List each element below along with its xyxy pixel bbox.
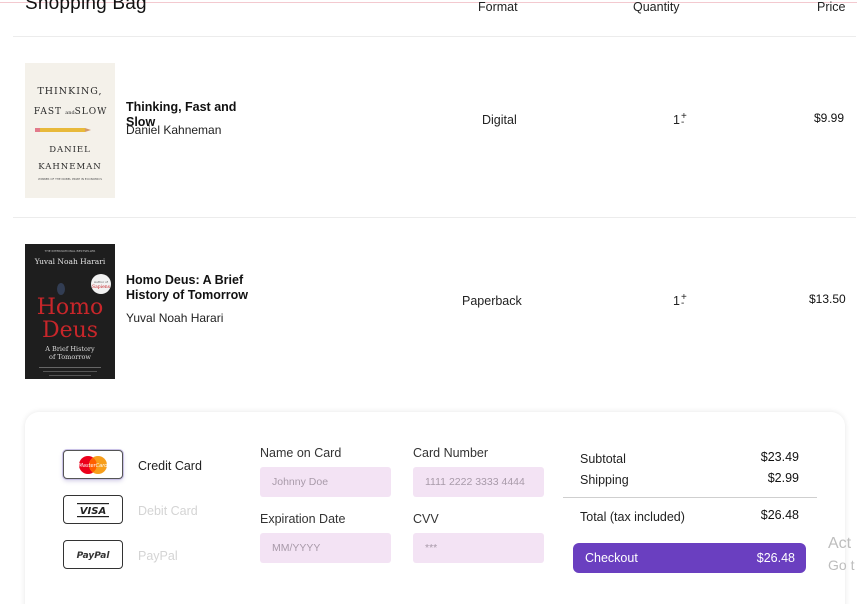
book-format: Digital xyxy=(482,113,517,127)
mastercard-logo-text: MasterCard xyxy=(79,463,109,469)
book-cover-homo-deus[interactable]: THE INTERNATIONAL BESTSELLER Yuval Noah … xyxy=(25,244,115,379)
item-price: $9.99 xyxy=(814,111,845,125)
total-label: Total (tax included) xyxy=(580,510,685,524)
cover-title-fast: FAST xyxy=(34,107,62,117)
cart-item-thinking-fast-and-slow: THINKING, FAST and SLOW DANIEL KAHNEMAN … xyxy=(0,36,857,216)
cover-title-line1: THINKING, xyxy=(37,86,102,97)
cover-art-thinking: THINKING, FAST and SLOW DANIEL KAHNEMAN … xyxy=(25,63,115,198)
mastercard-icon: MasterCard xyxy=(79,455,109,474)
subtotal-label: Subtotal xyxy=(580,452,626,466)
name-on-card-label: Name on Card xyxy=(260,446,342,460)
cvv-input[interactable] xyxy=(413,533,544,563)
book-author: Daniel Kahneman xyxy=(126,123,222,137)
page-title: Shopping Bag xyxy=(25,0,147,14)
cover-title-slow: SLOW xyxy=(75,107,108,117)
cover-title-homo: Homo xyxy=(37,295,104,320)
decrement-icon[interactable]: - xyxy=(681,299,684,309)
quantity-value: 1 xyxy=(673,294,680,308)
checkout-label: Checkout xyxy=(585,551,638,565)
item-price: $13.50 xyxy=(809,292,846,306)
cover-subtitle-2: of Tomorrow xyxy=(49,353,91,361)
debit-card-option[interactable]: VISA xyxy=(63,495,123,524)
cover-badge-line2: Sapiens xyxy=(92,284,111,290)
column-header-quantity: Quantity xyxy=(633,0,680,14)
cover-title-deus: Deus xyxy=(42,318,98,343)
checkout-button[interactable]: Checkout $26.48 xyxy=(573,543,806,573)
visa-icon: VISA xyxy=(77,502,109,517)
card-number-label: Card Number xyxy=(413,446,489,460)
debit-card-label[interactable]: Debit Card xyxy=(138,504,198,518)
credit-card-option[interactable]: MasterCard xyxy=(63,450,123,479)
quantity-value: 1 xyxy=(673,113,680,127)
book-author: Yuval Noah Harari xyxy=(126,311,224,325)
book-format: Paperback xyxy=(462,294,522,308)
quantity-stepper[interactable]: + - xyxy=(681,112,689,128)
cvv-label: CVV xyxy=(413,512,439,526)
cover-top-line: THE INTERNATIONAL BESTSELLER xyxy=(44,249,96,253)
cover-author-last: KAHNEMAN xyxy=(38,162,101,172)
book-title[interactable]: Homo Deus: A Brief History of Tomorrow xyxy=(126,273,266,303)
paypal-label[interactable]: PayPal xyxy=(138,549,178,563)
expiration-date-label: Expiration Date xyxy=(260,512,346,526)
credit-card-label[interactable]: Credit Card xyxy=(138,459,202,473)
cover-art-homo-deus: THE INTERNATIONAL BESTSELLER Yuval Noah … xyxy=(25,244,115,379)
column-header-price: Price xyxy=(817,0,846,14)
checkout-amount: $26.48 xyxy=(756,551,795,565)
cover-badge-line1: Author of xyxy=(94,280,109,284)
cart-item-homo-deus: THE INTERNATIONAL BESTSELLER Yuval Noah … xyxy=(0,217,857,397)
paypal-logo-text: PayPal xyxy=(77,551,111,561)
summary-divider xyxy=(563,497,817,498)
subtotal-value: $23.49 xyxy=(760,450,799,464)
cover-author: Yuval Noah Harari xyxy=(34,257,106,266)
cover-author-first: DANIEL xyxy=(49,145,91,155)
total-value: $26.48 xyxy=(760,508,799,522)
book-cover-thinking-fast-and-slow[interactable]: THINKING, FAST and SLOW DANIEL KAHNEMAN … xyxy=(25,63,115,198)
paypal-icon: PayPal xyxy=(77,551,111,561)
name-on-card-input[interactable] xyxy=(260,467,391,497)
decrement-icon[interactable]: - xyxy=(681,118,684,128)
expiration-date-input[interactable] xyxy=(260,533,391,563)
cover-tagline: WINNER OF THE NOBEL PRIZE IN ECONOMICS xyxy=(38,177,102,181)
quantity-stepper[interactable]: + - xyxy=(681,293,689,309)
shipping-value: $2.99 xyxy=(767,471,799,485)
card-number-input[interactable] xyxy=(413,467,544,497)
visa-logo-text: VISA xyxy=(80,506,106,517)
activation-watermark-line2: Go t xyxy=(828,557,855,573)
column-header-format: Format xyxy=(478,0,518,14)
cover-subtitle-1: A Brief History xyxy=(44,345,95,353)
shipping-label: Shipping xyxy=(580,473,629,487)
paypal-option[interactable]: PayPal xyxy=(63,540,123,569)
activation-watermark-line1: Act xyxy=(828,535,852,552)
